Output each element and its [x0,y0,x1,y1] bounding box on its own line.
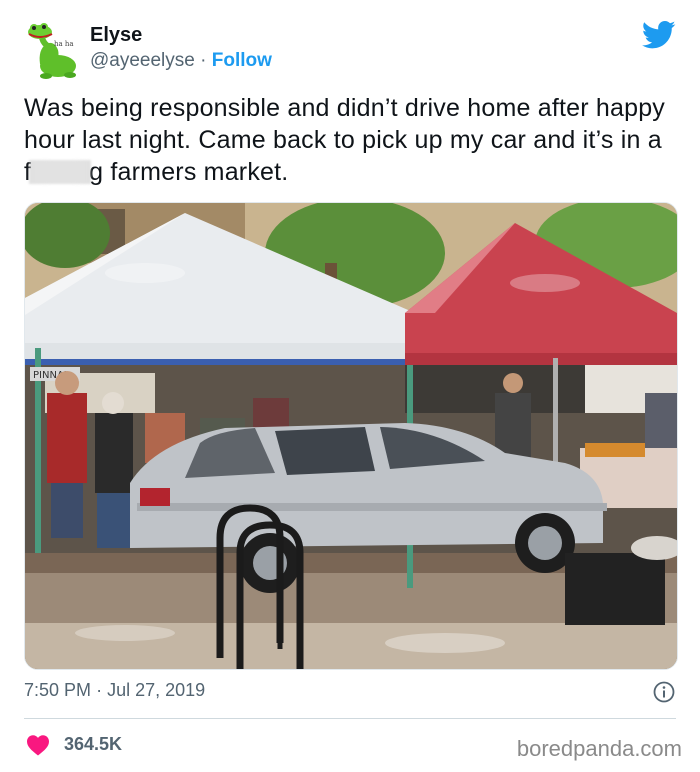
tweet-text-part-2: g farmers market. [89,158,289,186]
tweet-photo[interactable]: PINNAL [24,202,678,670]
censor-blur [29,160,92,184]
divider [24,718,676,719]
avatar[interactable]: ha ha [24,20,80,80]
timestamp-separator: · [96,680,103,700]
tweet-date: Jul 27, 2019 [107,680,206,700]
farmers-market-photo: PINNAL [25,203,677,669]
tweet-header: ha ha Elyse @ayeeelyse · Follow [24,20,676,80]
tweet-text: Was being responsible and didn’t drive h… [24,92,674,188]
tweet-timestamp[interactable]: 7:50 PM · Jul 27, 2019 [24,680,205,701]
author-handle[interactable]: @ayeeelyse [90,50,195,71]
twitter-bird-icon[interactable] [642,20,676,50]
frog-avatar-icon [28,23,76,79]
like-count: 364.5K [64,734,123,754]
heart-icon[interactable] [26,734,50,756]
follow-button[interactable]: Follow [212,50,272,71]
avatar-caption: ha ha [54,40,74,48]
watermark: boredpanda.com [516,736,682,761]
tweet-card: ha ha Elyse @ayeeelyse · Follow Was bein… [0,0,700,772]
info-icon[interactable] [652,680,676,704]
tweet-time: 7:50 PM [24,680,92,700]
author-name[interactable]: Elyse [90,24,142,47]
handle-separator: · [200,50,207,71]
author-handle-row: @ayeeelyse · Follow [90,50,272,72]
